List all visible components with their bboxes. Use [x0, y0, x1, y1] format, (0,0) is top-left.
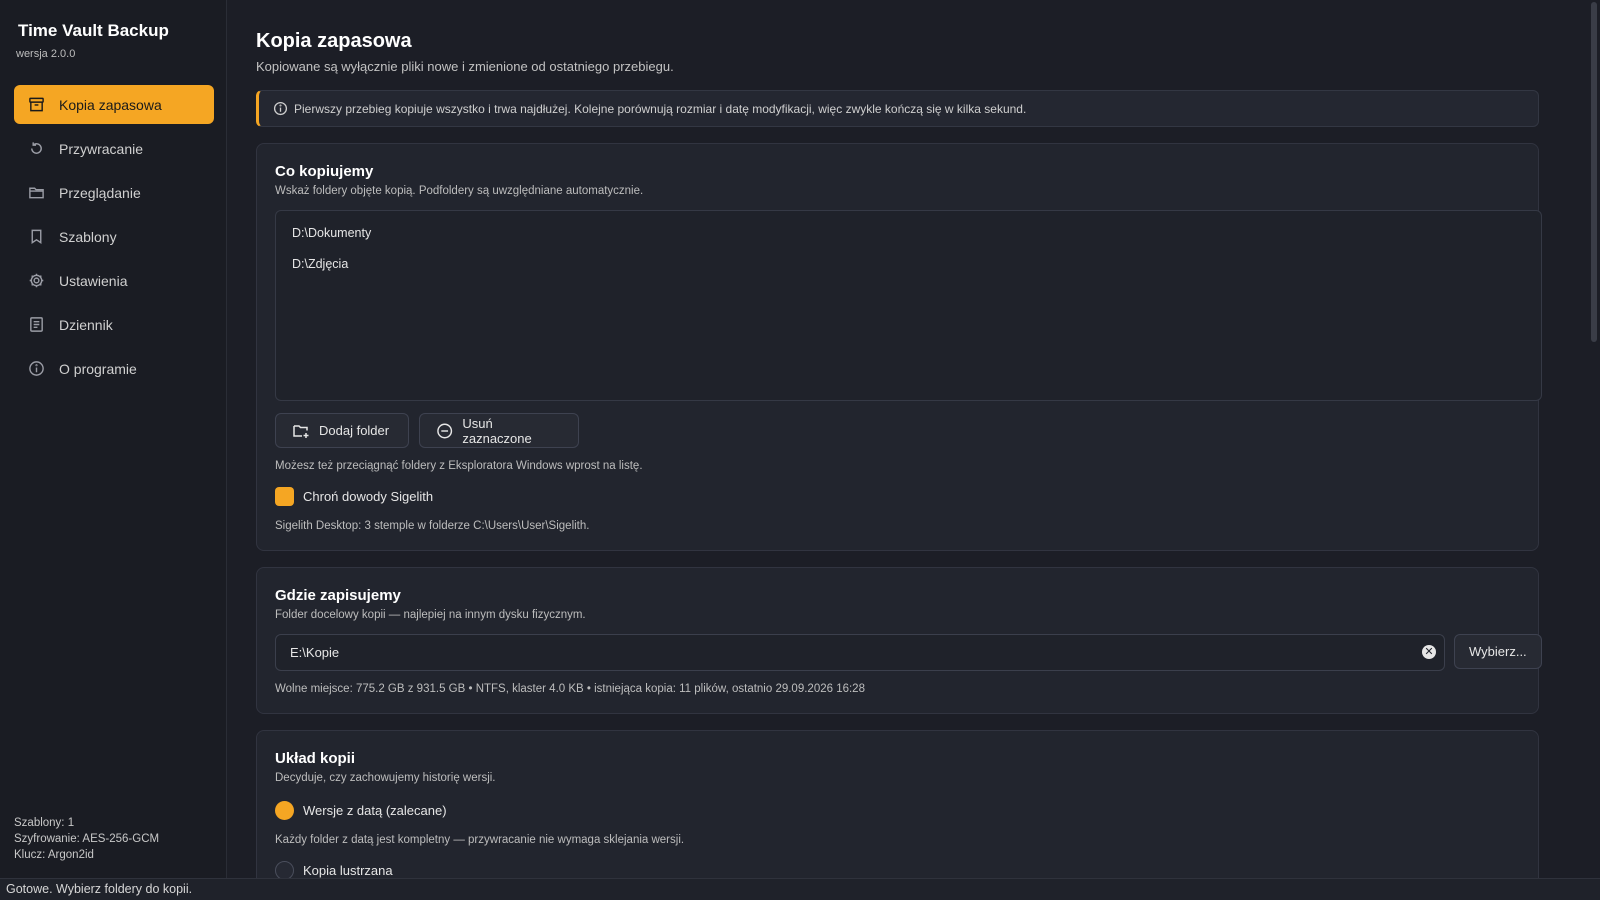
sidebar-item-label: Przeglądanie [59, 184, 141, 201]
list-item[interactable]: D:\Dokumenty [276, 223, 1541, 254]
checkbox-label: Chroń dowody Sigelith [303, 489, 434, 504]
sidebar-footer: Szablony: 1 Szyfrowanie: AES-256-GCM Klu… [14, 815, 159, 863]
restore-icon [27, 140, 45, 158]
info-notice: Pierwszy przebieg kopiuje wszystko i trw… [256, 90, 1539, 127]
add-folder-button[interactable]: Dodaj folder [275, 413, 409, 448]
radio-selected[interactable] [275, 801, 294, 820]
key-info: Klucz: Argon2id [14, 849, 94, 861]
sigelith-info: Sigelith Desktop: 3 stemple w folderze C… [275, 520, 590, 532]
source-card: Co kopiujemy Wskaż foldery objęte kopią.… [256, 143, 1542, 551]
clear-icon[interactable]: ✕ [1422, 645, 1436, 659]
bookmark-icon [27, 228, 45, 246]
sidebar-item-label: Przywracanie [59, 140, 144, 157]
choose-folder-button[interactable]: Wybierz... [1454, 634, 1542, 669]
sidebar: Time Vault Backup wersja 2.0.0 Kopia zap… [0, 0, 227, 878]
sidebar-item-settings[interactable]: Ustawienia [14, 261, 214, 300]
sidebar-item-backup[interactable]: Kopia zapasowa [14, 85, 214, 124]
folder-list[interactable]: D:\Dokumenty D:\Zdjęcia [275, 210, 1542, 401]
layout-card-title: Układ kopii [275, 750, 356, 767]
sidebar-item-log[interactable]: Dziennik [14, 305, 214, 344]
versions-note: Każdy folder z datą jest kompletny — prz… [275, 834, 685, 846]
radio-mirror-copy[interactable]: Kopia lustrzana [275, 861, 393, 878]
radio-versions-with-date[interactable]: Wersje z datą (zalecane) [275, 801, 447, 820]
templates-count: Szablony: 1 [14, 817, 75, 829]
info-icon [27, 360, 45, 378]
destination-card-description: Folder docelowy kopii — najlepiej na inn… [275, 609, 586, 621]
scrollbar-thumb[interactable] [1591, 2, 1597, 342]
status-bar: Gotowe. Wybierz foldery do kopii. [0, 878, 1600, 900]
sidebar-item-browse[interactable]: Przeglądanie [14, 173, 214, 212]
sidebar-item-label: O programie [59, 360, 137, 377]
radio-label: Wersje z datą (zalecane) [303, 803, 447, 818]
page-subtitle: Kopiowane są wyłącznie pliki nowe i zmie… [256, 59, 674, 74]
archive-icon [27, 96, 45, 114]
source-card-description: Wskaż foldery objęte kopią. Podfoldery s… [275, 185, 644, 197]
sidebar-item-restore[interactable]: Przywracanie [14, 129, 214, 168]
remove-selected-label: Usuń zaznaczone [462, 415, 532, 446]
layout-card-description: Decyduje, czy zachowujemy historię wersj… [275, 772, 496, 784]
radio-unselected[interactable] [275, 861, 294, 878]
minus-circle-icon [437, 423, 453, 438]
sidebar-item-label: Kopia zapasowa [59, 96, 162, 113]
sidebar-item-label: Ustawienia [59, 272, 128, 289]
folder-icon [27, 184, 45, 202]
sidebar-item-label: Dziennik [59, 316, 113, 333]
encryption-info: Szyfrowanie: AES-256-GCM [14, 833, 160, 845]
sidebar-nav: Kopia zapasowa Przywracanie Przeglądanie… [14, 85, 214, 393]
protect-sigelith-checkbox[interactable]: Chroń dowody Sigelith [275, 487, 433, 506]
info-icon [273, 101, 288, 116]
list-item[interactable]: D:\Zdjęcia [276, 254, 1541, 285]
page-title: Kopia zapasowa [256, 30, 412, 52]
main-content: Kopia zapasowa Kopiowane są wyłącznie pl… [228, 0, 1586, 878]
folder-add-icon [293, 424, 309, 438]
gear-icon [27, 272, 45, 290]
destination-card-title: Gdzie zapisujemy [275, 587, 401, 604]
destination-path-input[interactable]: E:\Kopie ✕ [275, 634, 1445, 671]
sidebar-item-templates[interactable]: Szablony [14, 217, 214, 256]
layout-card: Układ kopii Decyduje, czy zachowujemy hi… [256, 730, 1539, 878]
log-icon [27, 316, 45, 334]
add-folder-label: Dodaj folder [319, 423, 390, 438]
notice-text: Pierwszy przebieg kopiuje wszystko i trw… [294, 101, 1027, 116]
sidebar-item-label: Szablony [59, 228, 117, 245]
source-card-title: Co kopiujemy [275, 163, 374, 180]
status-text: Gotowe. Wybierz foldery do kopii. [6, 882, 193, 896]
destination-card: Gdzie zapisujemy Folder docelowy kopii —… [256, 567, 1542, 714]
radio-label: Kopia lustrzana [303, 863, 393, 878]
destination-path-value: E:\Kopie [290, 645, 340, 660]
drag-hint: Możesz też przeciągnąć foldery z Eksplor… [275, 460, 643, 472]
app-version: wersja 2.0.0 [16, 48, 76, 60]
checkbox-checked[interactable] [275, 487, 294, 506]
sidebar-item-about[interactable]: O programie [14, 349, 214, 388]
app-title: Time Vault Backup [18, 21, 169, 40]
disk-info: Wolne miejsce: 775.2 GB z 931.5 GB • NTF… [275, 683, 865, 695]
remove-selected-button[interactable]: Usuń zaznaczone [419, 413, 579, 448]
